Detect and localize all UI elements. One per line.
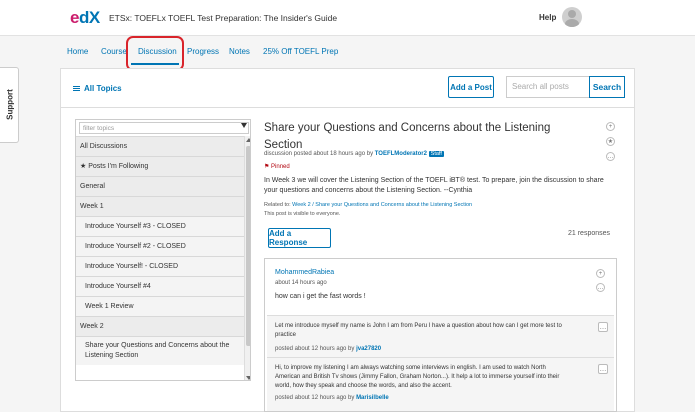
pinned-label: ⚑ Pinned xyxy=(264,164,290,170)
comment-meta: posted about 12 hours ago by jva27820 xyxy=(275,346,382,352)
edx-logo[interactable]: edX xyxy=(70,8,100,28)
comment-more-actions-icon[interactable]: … xyxy=(598,364,608,374)
topic-all-discussions[interactable]: All Discussions xyxy=(76,136,244,156)
add-post-button[interactable]: Add a Post xyxy=(448,76,494,98)
thread-body: In Week 3 we will cover the Listening Se… xyxy=(264,177,604,194)
topic-posts-following[interactable]: ★ Posts I'm Following xyxy=(76,156,244,176)
topic-introduce-yourself-4[interactable]: Introduce Yourself #4 xyxy=(76,276,244,296)
scroll-thumb[interactable] xyxy=(246,146,250,346)
support-tab[interactable]: Support xyxy=(0,67,19,143)
topic-general[interactable]: General xyxy=(76,176,244,196)
topics-sidebar: filter topics All Discussions ★ Posts I'… xyxy=(75,119,251,381)
add-response-button[interactable]: Add a Response xyxy=(268,228,331,248)
response-author-link[interactable]: MohammedRabiea xyxy=(275,269,334,276)
response-card: MohammedRabiea about 14 hours ago how ca… xyxy=(264,258,617,412)
comment-item: Let me introduce myself my name is John … xyxy=(267,315,614,357)
help-link[interactable]: Help xyxy=(539,13,556,22)
sidebar-scrollbar[interactable] xyxy=(244,136,250,380)
related-to: Related to: Week 2 / Share your Question… xyxy=(264,202,473,208)
comment-item: Hi, to improve my listening I am always … xyxy=(267,357,614,411)
filter-topics-input[interactable]: filter topics xyxy=(79,122,249,134)
topic-introduce-yourself-2[interactable]: Introduce Yourself #2 - CLOSED xyxy=(76,236,244,256)
course-title: ETSx: TOEFLx TOEFL Test Preparation: The… xyxy=(109,13,338,23)
responses-count: 21 responses xyxy=(568,230,611,237)
comment-text: Let me introduce myself my name is John … xyxy=(275,323,562,338)
user-avatar[interactable] xyxy=(562,7,582,27)
visibility-note: This post is visible to everyone. xyxy=(264,211,341,217)
top-header: edX ETSx: TOEFLx TOEFL Test Preparation:… xyxy=(0,0,695,36)
related-topic-link[interactable]: Week 2 / Share your Questions and Concer… xyxy=(292,202,472,208)
topic-week-1-review[interactable]: Week 1 Review xyxy=(76,296,244,316)
topics-list: All Discussions ★ Posts I'm Following Ge… xyxy=(76,136,244,365)
course-tabs: Home Course Discussion Progress Notes 25… xyxy=(0,36,695,68)
scroll-down-arrow-icon[interactable] xyxy=(246,376,250,380)
topic-introduce-yourself[interactable]: Introduce Yourself! - CLOSED xyxy=(76,256,244,276)
comment-text: Hi, to improve my listening I am always … xyxy=(275,365,560,389)
tab-toefl-prep-offer[interactable]: 25% Off TOEFL Prep xyxy=(263,47,338,56)
tab-progress[interactable]: Progress xyxy=(187,47,219,56)
topic-week-1[interactable]: Week 1 xyxy=(76,196,244,216)
vote-plus-icon[interactable]: + xyxy=(606,122,615,131)
all-topics-toggle[interactable]: All Topics xyxy=(73,84,122,93)
filter-dropdown-icon[interactable] xyxy=(241,123,247,128)
comment-more-actions-icon[interactable]: … xyxy=(598,322,608,332)
thread-title: Share your Questions and Concerns about … xyxy=(264,122,551,151)
tab-home[interactable]: Home xyxy=(67,47,88,56)
search-input[interactable]: Search all posts xyxy=(506,76,590,98)
response-time: about 14 hours ago xyxy=(275,280,327,286)
scroll-up-arrow-icon[interactable] xyxy=(246,138,250,142)
staff-badge: Staff xyxy=(428,151,444,157)
response-more-actions-icon[interactable]: … xyxy=(596,283,605,292)
response-vote-plus-icon[interactable]: + xyxy=(596,269,605,278)
search-button[interactable]: Search xyxy=(589,76,625,98)
more-actions-icon[interactable]: … xyxy=(606,152,615,161)
topic-introduce-yourself-3[interactable]: Introduce Yourself #3 - CLOSED xyxy=(76,216,244,236)
comment-author-link[interactable]: jva27820 xyxy=(356,346,381,352)
follow-star-icon[interactable]: ★ xyxy=(606,137,615,146)
thread-author-link[interactable]: TOEFLModerator2 xyxy=(375,151,427,157)
comment-author-link[interactable]: Marisilbelle xyxy=(356,395,389,401)
menu-icon xyxy=(73,86,80,92)
tab-course[interactable]: Course xyxy=(101,47,127,56)
topic-week-2[interactable]: Week 2 xyxy=(76,316,244,336)
thread-meta: discussion posted about 18 hours ago by … xyxy=(264,151,444,157)
response-body: how can i get the fast words ! xyxy=(275,293,366,300)
tab-notes[interactable]: Notes xyxy=(229,47,250,56)
comment-meta: posted about 12 hours ago by Marisilbell… xyxy=(275,395,389,401)
topic-listening-section[interactable]: Share your Questions and Concerns about … xyxy=(76,336,244,365)
annotation-highlight xyxy=(126,36,184,71)
